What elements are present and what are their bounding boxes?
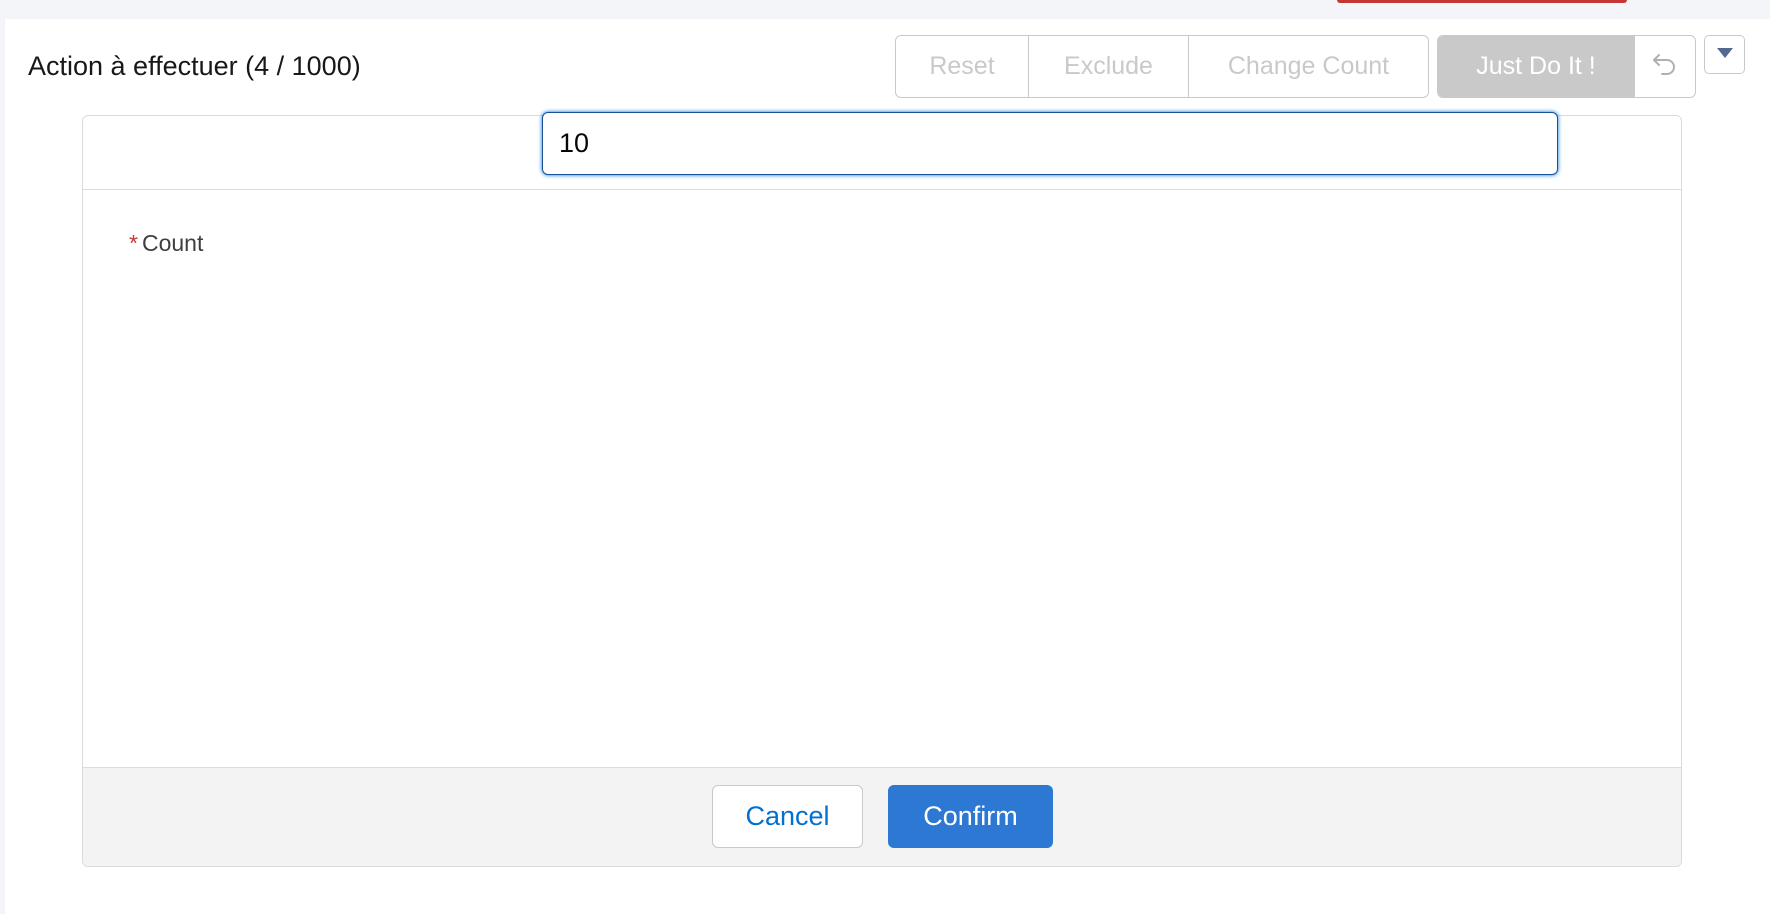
- modal-footer: Cancel Confirm: [83, 767, 1681, 866]
- count-input[interactable]: [542, 112, 1558, 175]
- more-actions-button[interactable]: [1704, 35, 1745, 74]
- confirm-button[interactable]: Confirm: [888, 785, 1053, 848]
- undo-button[interactable]: [1634, 36, 1695, 97]
- required-marker: *: [129, 230, 138, 256]
- chevron-down-icon: [1716, 46, 1734, 64]
- just-do-it-button[interactable]: Just Do It !: [1438, 36, 1634, 97]
- modifier-count-modal: Modifier Count *Count Cancel Confirm: [82, 115, 1682, 867]
- action-button-group: Reset Exclude Change Count: [895, 35, 1429, 98]
- count-label-text: Count: [141, 230, 204, 256]
- change-count-button[interactable]: Change Count: [1188, 36, 1428, 97]
- execute-button-group: Just Do It !: [1437, 35, 1696, 98]
- cancel-button[interactable]: Cancel: [712, 785, 863, 848]
- top-alert-strip: [1337, 0, 1627, 3]
- reset-button[interactable]: Reset: [896, 36, 1028, 97]
- page-title: Action à effectuer (4 / 1000): [28, 51, 361, 81]
- undo-icon: [1652, 50, 1678, 83]
- modal-body: * Count: [83, 190, 1681, 766]
- count-field-label: * Count: [129, 230, 203, 257]
- exclude-button[interactable]: Exclude: [1028, 36, 1188, 97]
